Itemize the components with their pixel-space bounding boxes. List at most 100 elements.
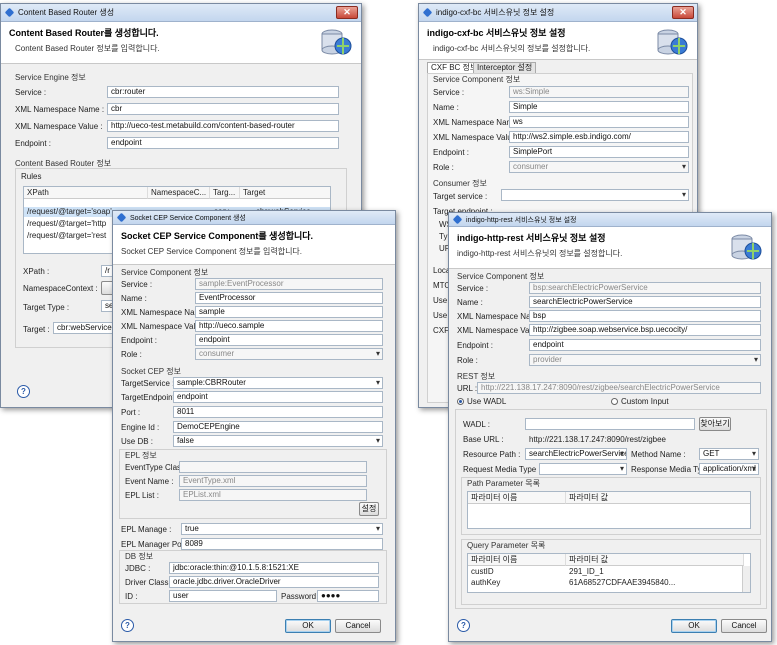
browse-button[interactable]: 찾아보기 [699, 417, 731, 431]
target-service-select[interactable] [501, 189, 689, 201]
request-media-type-select[interactable] [539, 463, 627, 475]
query-params-table[interactable]: 파라미터 이름 파라미터 값 custID 291_ID_1 authKey 6… [467, 553, 751, 593]
jdbc-label: JDBC : [125, 564, 151, 573]
xpath-label: XPath : [23, 267, 50, 276]
service-input[interactable]: ws:Simple [509, 86, 689, 98]
namespace-name-input[interactable]: cbr [107, 103, 339, 115]
section-rest: REST 정보 [457, 372, 496, 381]
role-select[interactable]: consumer [509, 161, 689, 173]
service-label: Service : [457, 284, 489, 293]
namespace-value-input[interactable]: http://ueco.sample [195, 320, 383, 332]
cell: custID [471, 567, 494, 576]
path-params-table[interactable]: 파라미터 이름 파라미터 값 [467, 491, 751, 529]
router-title-bar[interactable]: Content Based Router 생성 ✕ [1, 4, 361, 22]
rest-title-bar[interactable]: indigo-http-rest 서비스유닛 정보 설정 [449, 213, 771, 227]
response-media-type-select[interactable]: application/xml [699, 463, 759, 475]
cxf-header: indigo-cxf-bc 서비스유닛 정보 설정 indigo-cxf-bc … [419, 22, 697, 60]
namespace-value-input[interactable]: http://ueco-test.metabuild.com/content-b… [107, 120, 339, 132]
endpoint-input[interactable]: endpoint [529, 339, 761, 351]
cep-dialog: Socket CEP Service Component 생성 Socket C… [112, 210, 396, 642]
section-service-engine: Service Engine 정보 [15, 73, 86, 82]
cancel-button[interactable]: Cancel [721, 619, 767, 633]
cep-header-subtitle: Socket CEP Service Component 정보를 입력합니다. [121, 247, 303, 256]
name-label: Name : [457, 298, 483, 307]
epl-settings-button[interactable]: 설정 [359, 502, 379, 516]
engine-id-input[interactable]: DemoCEPEngine [173, 421, 383, 433]
namespace-value-input[interactable]: http://ws2.simple.esb.indigo.com/ [509, 131, 689, 143]
use-wadl-radio[interactable]: Use WADL [457, 397, 506, 406]
rest-header-subtitle: indigo-http-rest 서비스유닛의 정보를 설정합니다. [457, 249, 623, 258]
close-button[interactable]: ✕ [336, 6, 358, 19]
wadl-input[interactable] [525, 418, 695, 430]
tab-interceptor[interactable]: Interceptor 설정 [473, 62, 537, 73]
col-param-name[interactable]: 파라미터 이름 [468, 554, 566, 566]
target-service-label: TargetService : [121, 379, 175, 388]
epl-list-label: EPL List : [125, 491, 159, 500]
name-input[interactable]: Simple [509, 101, 689, 113]
cxf-title-bar[interactable]: indigo-cxf-bc 서비스유닛 정보 설정 ✕ [419, 4, 697, 22]
service-input[interactable]: cbr:router [107, 86, 339, 98]
event-type-class-input[interactable] [179, 461, 367, 473]
help-icon[interactable]: ? [17, 385, 30, 398]
password-input[interactable]: ●●●● [317, 590, 379, 602]
driver-class-label: Driver Class : [125, 578, 174, 587]
service-input[interactable]: sample:EventProcessor [195, 278, 383, 290]
epl-list-input[interactable]: EPList.xml [179, 489, 367, 501]
col-param-value[interactable]: 파라미터 값 [566, 492, 750, 504]
port-input[interactable]: 8011 [173, 406, 383, 418]
use-wadl-label: Use WADL [467, 397, 507, 406]
target-service-select[interactable]: sample:CBRRouter [173, 377, 383, 389]
col-xpath[interactable]: XPath [24, 187, 148, 199]
ok-button[interactable]: OK [285, 619, 331, 633]
namespace-value-label: XML Namespace Value : [433, 133, 521, 142]
cep-title-bar[interactable]: Socket CEP Service Component 생성 [113, 211, 395, 225]
col-target-type[interactable]: Targ... [210, 187, 240, 199]
namespace-name-input[interactable]: sample [195, 306, 383, 318]
role-select[interactable]: consumer [195, 348, 383, 360]
url-input[interactable]: http://221.138.17.247:8090/rest/zigbee/s… [477, 382, 761, 394]
endpoint-label: Endpoint : [457, 341, 494, 350]
col-param-name[interactable]: 파라미터 이름 [468, 492, 566, 504]
epl-manage-select[interactable]: true [181, 523, 383, 535]
role-select[interactable]: provider [529, 354, 761, 366]
endpoint-input[interactable]: endpoint [195, 334, 383, 346]
target-label: Target : [23, 325, 50, 334]
use-db-select[interactable]: false [173, 435, 383, 447]
help-icon[interactable]: ? [121, 619, 134, 632]
help-icon[interactable]: ? [457, 619, 470, 632]
query-params-label: Query Parameter 목록 [467, 541, 546, 550]
cancel-button[interactable]: Cancel [335, 619, 381, 633]
col-target[interactable]: Target [240, 187, 330, 199]
name-input[interactable]: searchElectricPowerService [529, 296, 761, 308]
resource-path-select[interactable]: searchElectricPowerService [525, 448, 627, 460]
rest-dialog: indigo-http-rest 서비스유닛 정보 설정 indigo-http… [448, 212, 772, 642]
scrollbar[interactable] [742, 566, 750, 592]
ok-button[interactable]: OK [671, 619, 717, 633]
custom-input-radio[interactable]: Custom Input [611, 397, 669, 406]
table-row[interactable]: authKey 61A68527CDFAAE3945840... [468, 578, 742, 588]
name-input[interactable]: EventProcessor [195, 292, 383, 304]
epl-manager-port-input[interactable]: 8089 [181, 538, 383, 550]
driver-class-input[interactable]: oracle.jdbc.driver.OracleDriver [169, 576, 379, 588]
cell: 291_ID_1 [569, 567, 604, 576]
close-button[interactable]: ✕ [672, 6, 694, 19]
section-service-component: Service Component 정보 [121, 268, 209, 277]
target-endpoint-input[interactable]: endpoint [173, 391, 383, 403]
col-param-value[interactable]: 파라미터 값 [566, 554, 744, 566]
namespace-name-input[interactable]: ws [509, 116, 689, 128]
col-namespace[interactable]: NamespaceC... [148, 187, 210, 199]
service-label: Service : [433, 88, 465, 97]
event-name-input[interactable]: EventType.xml [179, 475, 367, 487]
endpoint-input[interactable]: endpoint [107, 137, 339, 149]
namespace-name-input[interactable]: bsp [529, 310, 761, 322]
table-row[interactable]: custID 291_ID_1 [468, 567, 742, 577]
epl-manage-label: EPL Manage : [121, 525, 172, 534]
target-select[interactable]: cbr:webService [53, 322, 121, 334]
method-name-select[interactable]: GET [699, 448, 759, 460]
jdbc-input[interactable]: jdbc:oracle:thin:@10.1.5.8:1521:XE [169, 562, 379, 574]
id-input[interactable]: user [169, 590, 277, 602]
service-input[interactable]: bsp:searchElectricPowerService [529, 282, 761, 294]
endpoint-input[interactable]: SimplePort [509, 146, 689, 158]
section-service-component: Service Component 정보 [457, 272, 545, 281]
namespace-value-input[interactable]: http://zigbee.soap.webservice.bsp.uecoci… [529, 324, 761, 336]
